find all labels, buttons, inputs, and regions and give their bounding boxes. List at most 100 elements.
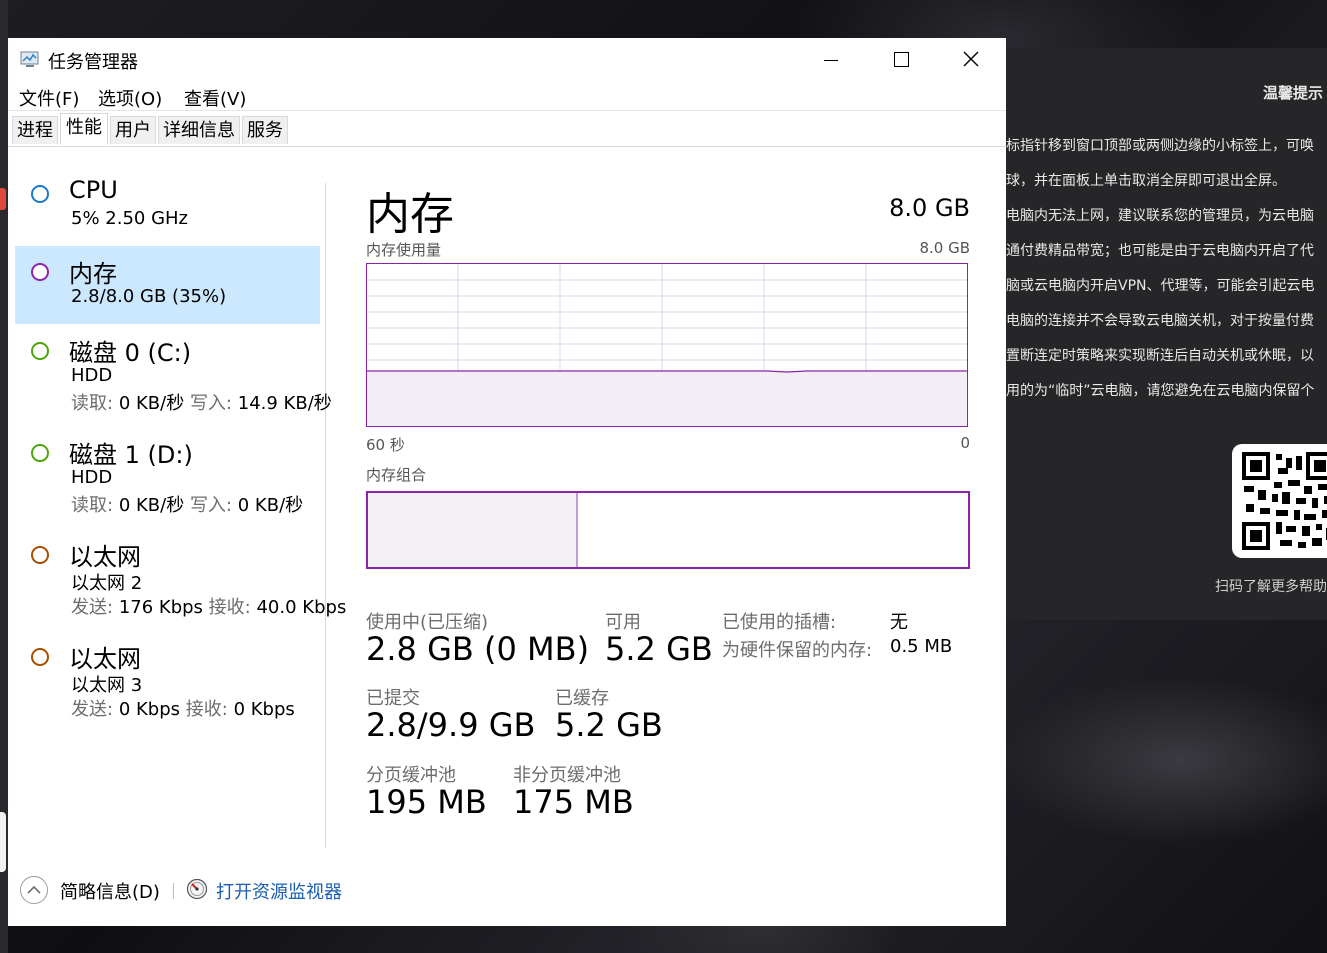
hardware-reserved-value: 0.5 MB <box>890 636 953 657</box>
nonpaged-pool-value: 175 MB <box>513 783 634 821</box>
memory-usage-graph <box>366 263 968 427</box>
sidebar-item-adapter: 以太网 3 <box>71 675 143 696</box>
footer-bar: 简略信息(D) 打开资源监视器 <box>8 868 1006 912</box>
sidebar-item-title: 以太网 <box>69 543 141 571</box>
sidebar-item-disk-1[interactable]: 磁盘 1 (D:) HDD 读取: 0 KB/秒 写入: 0 KB/秒 <box>15 432 320 524</box>
close-icon <box>963 51 979 67</box>
tips-line: 用的为“临时”云电脑，请您避免在云电脑内保留个 <box>1006 383 1315 399</box>
receive-value: 40.0 Kbps <box>256 597 347 618</box>
cached-value: 5.2 GB <box>555 706 663 744</box>
hardware-reserved-label: 为硬件保留的内存: <box>722 640 873 661</box>
title-bar[interactable]: 任务管理器 <box>8 38 1006 82</box>
qr-code <box>1232 444 1327 558</box>
background-red-badge <box>0 188 6 210</box>
memory-composition-bar <box>366 491 970 569</box>
tab-details[interactable]: 详细信息 <box>158 116 240 144</box>
send-label: 发送: <box>71 699 114 720</box>
time-axis-end: 0 <box>960 434 970 452</box>
minimize-icon <box>824 60 838 61</box>
write-value: 14.9 KB/秒 <box>237 393 332 414</box>
ethernet-ring-icon <box>31 546 49 564</box>
cpu-ring-icon <box>31 185 49 203</box>
send-label: 发送: <box>71 597 114 618</box>
tips-line: 电脑内无法上网，建议联系您的管理员，为云电脑 <box>1006 208 1314 224</box>
sidebar-item-ethernet-2[interactable]: 以太网 以太网 2 发送: 176 Kbps 接收: 40.0 Kbps <box>15 534 346 626</box>
fewer-details-button[interactable]: 简略信息(D) <box>60 878 160 904</box>
write-label: 写入: <box>189 393 233 414</box>
sidebar-item-title: CPU <box>69 176 118 204</box>
sidebar-item-cpu[interactable]: CPU 5% 2.50 GHz <box>15 170 320 242</box>
sidebar-item-title: 磁盘 0 (C:) <box>69 339 192 367</box>
memory-total: 8.0 GB <box>889 194 970 222</box>
sidebar-item-adapter: 以太网 2 <box>71 573 143 594</box>
close-button[interactable] <box>936 38 1006 82</box>
read-value: 0 KB/秒 <box>118 393 185 414</box>
slots-used-label: 已使用的插槽: <box>722 612 837 633</box>
send-value: 176 Kbps <box>118 597 203 618</box>
disk-ring-icon <box>31 444 49 462</box>
tab-divider <box>8 146 1006 147</box>
memory-ring-icon <box>31 263 49 281</box>
sidebar-item-rates: 读取: 0 KB/秒 写入: 0 KB/秒 <box>71 491 303 517</box>
sidebar-item-detail: 5% 2.50 GHz <box>71 208 189 229</box>
paged-pool-value: 195 MB <box>366 783 487 821</box>
sidebar-item-memory[interactable]: 内存 2.8/8.0 GB (35%) <box>15 246 320 324</box>
in-use-value: 2.8 GB (0 MB) <box>366 630 590 668</box>
sidebar-item-ethernet-3[interactable]: 以太网 以太网 3 发送: 0 Kbps 接收: 0 Kbps <box>15 636 320 728</box>
usage-graph-max: 8.0 GB <box>919 239 970 257</box>
chevron-up-icon[interactable] <box>20 876 48 904</box>
sidebar-divider <box>325 183 326 848</box>
tips-line: 通付费精品带宽；也可能是由于云电脑内开启了代 <box>1006 243 1314 259</box>
tab-strip: 进程 性能 用户 详细信息 服务 <box>12 113 1002 146</box>
slots-used-value: 无 <box>890 612 908 633</box>
read-value: 0 KB/秒 <box>118 495 185 516</box>
write-value: 0 KB/秒 <box>237 495 304 516</box>
committed-value: 2.8/9.9 GB <box>366 706 536 744</box>
tab-users[interactable]: 用户 <box>110 116 156 144</box>
open-resource-monitor-link[interactable]: 打开资源监视器 <box>216 878 342 904</box>
tips-line: 标指针移到窗口顶部或两侧边缘的小标签上，可唤 <box>1006 138 1314 154</box>
tips-line: 脑或云电脑内开启VPN、代理等，可能会引起云电 <box>1006 278 1315 294</box>
maximize-icon <box>894 52 909 67</box>
tips-line: 置断连定时策略来实现断连后自动关机或休眠，以 <box>1006 348 1314 364</box>
tips-panel: 温馨提示 标指针移到窗口顶部或两侧边缘的小标签上，可唤 球，并在面板上单击取消全… <box>1006 48 1327 620</box>
tips-lines: 标指针移到窗口顶部或两侧边缘的小标签上，可唤 球，并在面板上单击取消全屏即可退出… <box>1006 136 1327 416</box>
footer-divider <box>173 883 174 899</box>
composition-label: 内存组合 <box>366 466 427 484</box>
sidebar-item-rates: 发送: 176 Kbps 接收: 40.0 Kbps <box>71 593 346 619</box>
write-label: 写入: <box>189 495 233 516</box>
sidebar-item-title: 磁盘 1 (D:) <box>69 441 193 469</box>
composition-in-use-segment <box>368 493 578 567</box>
sidebar-item-detail: 2.8/8.0 GB (35%) <box>71 286 227 307</box>
time-axis-start: 60 秒 <box>366 436 405 454</box>
menu-file[interactable]: 文件(F) <box>19 85 79 111</box>
task-manager-window: 任务管理器 文件(F) 选项(O) 查看(V) 进程 性能 用户 详细信息 服务… <box>8 38 1006 926</box>
receive-value: 0 Kbps <box>233 699 295 720</box>
sidebar-item-title: 内存 <box>69 260 117 288</box>
resource-monitor-icon[interactable] <box>186 878 208 900</box>
receive-label: 接收: <box>208 597 251 618</box>
tab-performance[interactable]: 性能 <box>60 113 108 145</box>
minimize-button[interactable] <box>796 38 866 82</box>
tips-line: 球，并在面板上单击取消全屏即可退出全屏。 <box>1006 173 1286 189</box>
memory-usage-chart <box>367 264 967 426</box>
sidebar-item-rates: 发送: 0 Kbps 接收: 0 Kbps <box>71 695 295 721</box>
tab-services[interactable]: 服务 <box>242 116 288 144</box>
background-scroll-tab <box>0 812 6 872</box>
disk-ring-icon <box>31 342 49 360</box>
send-value: 0 Kbps <box>118 699 181 720</box>
tips-title: 温馨提示 <box>1262 84 1323 102</box>
maximize-button[interactable] <box>866 38 936 82</box>
tab-processes[interactable]: 进程 <box>12 116 58 144</box>
sidebar-item-type: HDD <box>71 365 113 386</box>
available-value: 5.2 GB <box>605 630 713 668</box>
sidebar-item-disk-0[interactable]: 磁盘 0 (C:) HDD 读取: 0 KB/秒 写入: 14.9 KB/秒 <box>15 330 332 422</box>
tips-line: 电脑的连接并不会导致云电脑关机，对于按量付费 <box>1006 313 1314 329</box>
menu-options[interactable]: 选项(O) <box>98 85 162 111</box>
menu-view[interactable]: 查看(V) <box>184 85 246 111</box>
menu-bar: 文件(F) 选项(O) 查看(V) <box>8 82 1006 111</box>
qr-caption: 扫码了解更多帮助 <box>1215 579 1327 595</box>
ethernet-ring-icon <box>31 648 49 666</box>
read-label: 读取: <box>71 393 114 414</box>
sidebar-item-title: 以太网 <box>69 645 141 673</box>
